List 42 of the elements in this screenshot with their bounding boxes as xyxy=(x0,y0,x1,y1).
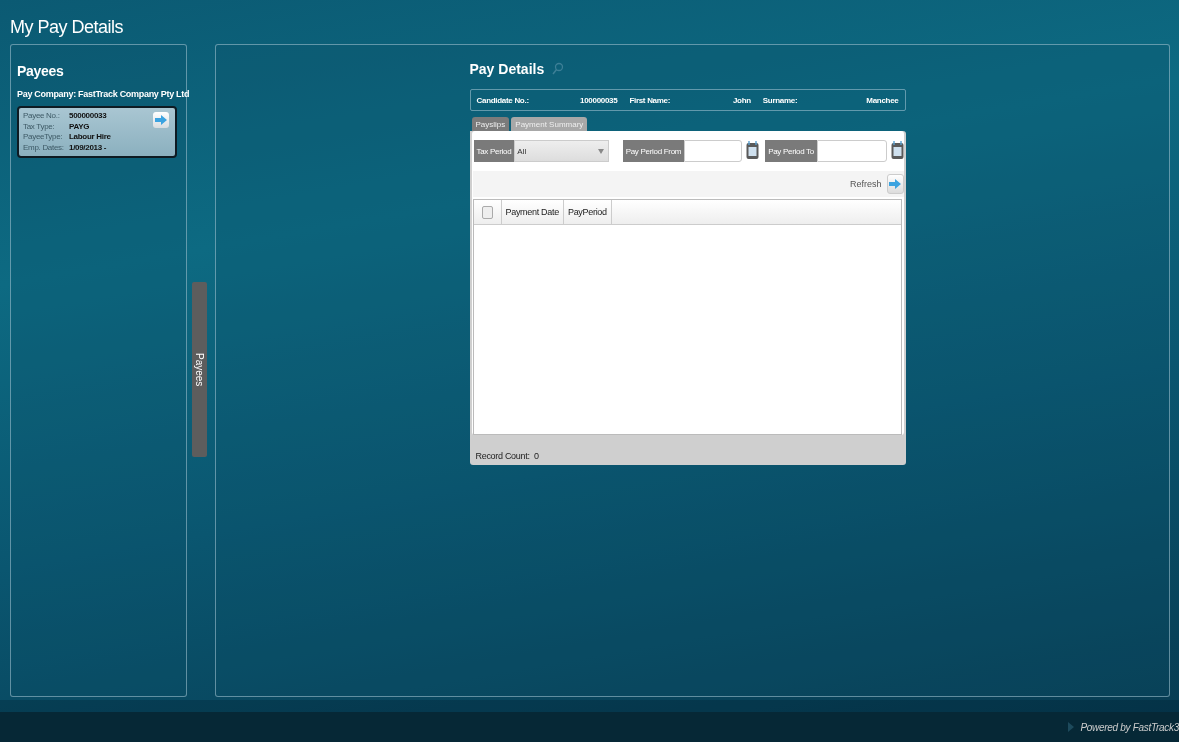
tax-period-label: Tax Period xyxy=(473,140,515,162)
page-title: My Pay Details xyxy=(9,16,125,39)
field-value: Labour Hire xyxy=(69,132,112,143)
arrow-right-icon xyxy=(155,115,167,125)
date-field[interactable] xyxy=(816,140,887,162)
field-label: Surname: xyxy=(762,95,799,105)
select-all-checkbox[interactable] xyxy=(481,205,493,219)
panel-title: Payees xyxy=(17,63,65,79)
field-value: 100000035 xyxy=(580,95,618,105)
column-header[interactable]: PayPeriod xyxy=(563,200,612,224)
arrow-right-icon xyxy=(889,179,901,189)
footer-text: Powered by FastTrack3 xyxy=(1080,721,1179,733)
triangle-icon xyxy=(1068,722,1075,732)
refresh-label: Refresh xyxy=(850,179,882,189)
calendar-icon[interactable] xyxy=(746,140,760,160)
calendar-icon[interactable] xyxy=(890,140,904,160)
field-label: Emp. Dates: xyxy=(23,142,65,153)
date-field[interactable] xyxy=(684,140,743,162)
field-label: First Name: xyxy=(629,95,672,105)
record-count: Record Count: 0 xyxy=(474,450,540,461)
payees-side-tab[interactable]: Payees xyxy=(192,282,207,457)
field-value: 500000033 xyxy=(69,111,108,122)
pay-period-to-label: Pay Period To xyxy=(765,140,817,162)
tax-period-dropdown[interactable]: All xyxy=(514,140,610,162)
search-icon[interactable] xyxy=(552,62,565,76)
field-value: Manchee xyxy=(866,95,899,105)
section-title: Pay Details xyxy=(469,61,545,77)
tab[interactable]: Payslips xyxy=(471,117,510,131)
field-label: PayeeType: xyxy=(23,132,64,143)
field-value: PAYG xyxy=(69,121,91,132)
column-header[interactable]: Payment Date xyxy=(501,200,564,224)
dropdown-value: All xyxy=(517,146,527,156)
dropdown-arrow-icon xyxy=(598,148,605,154)
field-value: 1/09/2013 - xyxy=(69,142,108,153)
field-label: Candidate No.: xyxy=(476,95,530,105)
payee-card[interactable]: Payee No.: 500000033 Tax Type: PAYG PayeeType: Labour Hire Emp. Dates: 1/09/2013 - xyxy=(17,106,177,158)
pay-period-from-label: Pay Period From xyxy=(622,140,685,162)
field-value: John xyxy=(732,95,751,105)
go-button[interactable] xyxy=(153,112,169,128)
field-label: Tax Type: xyxy=(23,121,56,132)
field-label: Payee No.: xyxy=(23,111,61,122)
refresh-button[interactable] xyxy=(886,174,904,194)
